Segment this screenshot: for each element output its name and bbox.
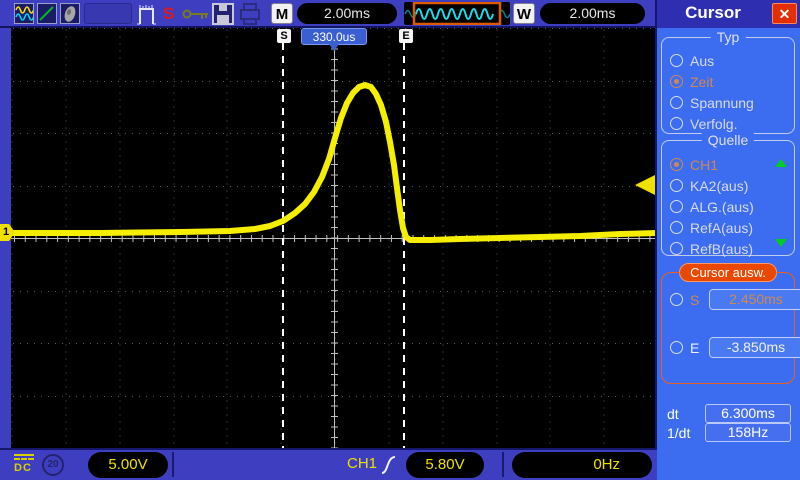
cursor-select-group: Cursor ausw. S 2.450ms E -3.850ms [661, 263, 800, 384]
radio-icon [670, 242, 683, 255]
hardcopy-icon [60, 3, 80, 24]
inv-dt-value: 158Hz [705, 423, 791, 442]
cursor-s-label: S [690, 291, 700, 308]
bandwidth-limit-icon: 20 [42, 454, 64, 476]
cursor-menu-panel: Typ Aus Zeit Spannung Verfolg. Quelle CH… [655, 28, 800, 480]
radio-icon [670, 179, 683, 192]
window-timebase-label: W [513, 3, 535, 24]
main-timebase-label: M [271, 3, 293, 24]
radio-icon [670, 341, 683, 354]
cursor-select-title: Cursor ausw. [679, 263, 777, 282]
radio-icon [670, 54, 683, 67]
radio-icon [670, 96, 683, 109]
key-icon [182, 7, 210, 26]
trigger-offset-tag: 330.0us [301, 28, 367, 45]
inv-dt-label: 1/dt [667, 424, 691, 441]
cursor-s-row[interactable]: S 2.450ms [670, 289, 800, 310]
scroll-down-icon[interactable] [775, 239, 787, 247]
print-icon[interactable] [238, 2, 262, 31]
cursor-e-row[interactable]: E -3.850ms [670, 337, 800, 358]
window-timebase-value: 2.00ms [540, 3, 645, 24]
panel-header: Cursor ✕ [655, 0, 800, 28]
main-timebase-value: 2.00ms [297, 3, 397, 24]
cursor-e-value: -3.850ms [709, 337, 800, 358]
option-label: KA2(aus) [690, 177, 749, 194]
typ-option-zeit[interactable]: Zeit [662, 71, 794, 92]
cursor-s-tag[interactable]: S [277, 29, 291, 43]
waveform-display [8, 27, 660, 449]
trigger-level-value: 5.80V [406, 452, 484, 478]
typ-group-title: Typ [710, 29, 746, 45]
option-label: RefA(aus) [690, 219, 754, 236]
dc-coupling-icon: DC [14, 453, 38, 474]
option-label: RefB(aus) [690, 240, 754, 257]
radio-icon [670, 75, 683, 88]
typ-group: Typ Aus Zeit Spannung Verfolg. [661, 29, 795, 134]
quelle-option-alg[interactable]: ALG.(aus) [662, 196, 794, 217]
save-icon[interactable] [211, 2, 235, 31]
option-label: Verfolg. [690, 115, 738, 132]
window-zoom-widget[interactable] [404, 1, 511, 26]
typ-option-verfolg[interactable]: Verfolg. [662, 113, 794, 134]
option-label: Zeit [690, 73, 714, 90]
typ-option-aus[interactable]: Aus [662, 50, 794, 71]
oscilloscope-screen: S M 2.00ms W 2.00ms 1 S E 330.0us Cursor… [0, 0, 800, 480]
option-label: ALG.(aus) [690, 198, 754, 215]
dt-readout: dt 6.300ms [667, 404, 791, 423]
trigger-level-arrow[interactable] [635, 174, 657, 196]
pulse-icon [137, 2, 157, 31]
quelle-option-ka2[interactable]: KA2(aus) [662, 175, 794, 196]
separator [172, 452, 174, 477]
separator [502, 452, 504, 477]
quelle-group: Quelle CH1 KA2(aus) ALG.(aus) RefA(aus) … [661, 132, 795, 257]
option-label: Aus [690, 52, 715, 69]
cursor-s-value: 2.450ms [709, 289, 800, 310]
dt-value: 6.300ms [705, 404, 791, 423]
inv-dt-readout: 1/dt 158Hz [667, 423, 791, 442]
ch1-volts-per-div: 5.00V [88, 452, 168, 478]
channel-waves-icon [14, 3, 35, 24]
scroll-up-icon[interactable] [775, 159, 787, 167]
quelle-option-refa[interactable]: RefA(aus) [662, 217, 794, 238]
coupling-label: DC [14, 462, 32, 474]
panel-title: Cursor [685, 3, 741, 22]
empty-slot [84, 3, 132, 24]
radio-icon [670, 158, 683, 171]
trigger-source-label: CH1 [347, 455, 378, 472]
status-bar: DC 20 5.00V CH1 5.80V 0Hz [0, 448, 657, 480]
close-icon[interactable]: ✕ [772, 3, 797, 24]
radio-icon [670, 221, 683, 234]
frequency-readout: 0Hz [512, 452, 652, 478]
radio-icon [670, 293, 683, 306]
typ-option-spannung[interactable]: Spannung [662, 92, 794, 113]
quelle-group-title: Quelle [701, 132, 755, 148]
radio-icon [670, 117, 683, 130]
option-label: CH1 [690, 156, 719, 173]
dt-label: dt [667, 405, 679, 422]
cursor-e-tag[interactable]: E [399, 29, 413, 43]
line-icon [37, 3, 57, 24]
radio-icon [670, 200, 683, 213]
rising-edge-icon [379, 452, 399, 480]
cursor-e-label: E [690, 339, 700, 356]
option-label: Spannung [690, 94, 754, 111]
stop-indicator: S [163, 4, 175, 23]
top-toolbar: S M 2.00ms W 2.00ms [0, 0, 657, 28]
